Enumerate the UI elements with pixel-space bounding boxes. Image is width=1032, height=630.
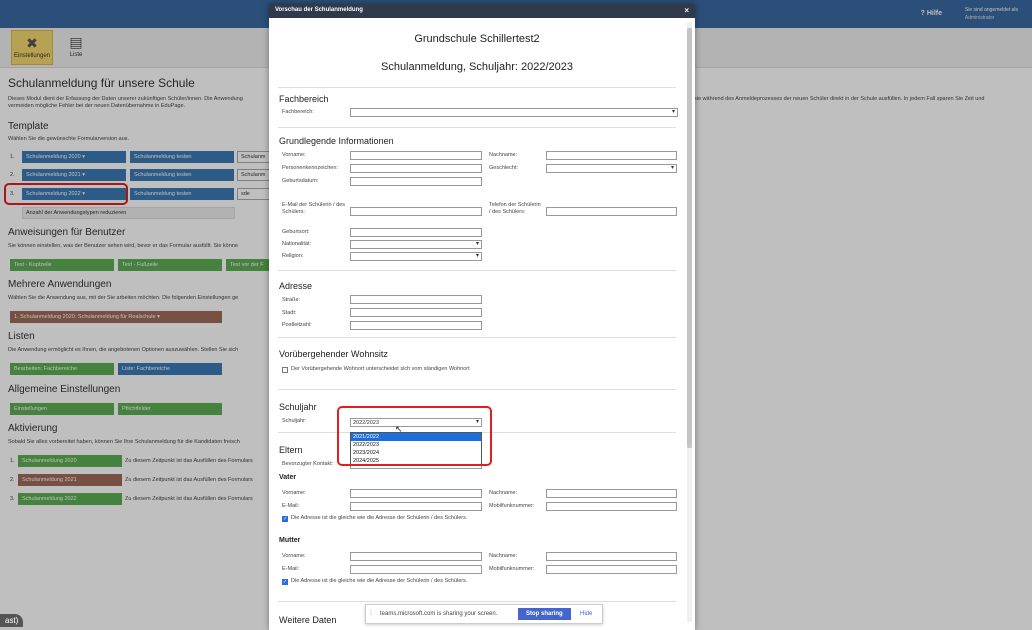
mutter-nachname-label: Nachname: <box>489 553 518 559</box>
divider <box>278 270 676 271</box>
mutter-mobil-label: Mobilfunknummer: <box>489 566 535 572</box>
temp-residence-title: Vorübergehender Wohnsitz <box>279 349 388 359</box>
plz-field[interactable] <box>350 321 482 330</box>
chevron-down-icon: ▾ <box>670 165 674 171</box>
pkz-field[interactable] <box>350 164 482 173</box>
mutter-email-field[interactable] <box>350 565 482 574</box>
address-title: Adresse <box>279 281 313 291</box>
plz-label: Postleitzahl: <box>282 322 312 328</box>
kontakt-label: Bevorzugter Kontakt: <box>282 461 334 467</box>
telefon-field[interactable] <box>546 207 677 216</box>
geburtsdatum-label: Geburtsdatum: <box>282 178 319 184</box>
fachbereich-select[interactable]: ▾ <box>350 108 678 117</box>
nachname-field[interactable] <box>546 151 677 160</box>
mutter-vorname-label: Vorname: <box>282 553 306 559</box>
vater-vorname-field[interactable] <box>350 489 482 498</box>
divider <box>278 389 676 390</box>
modal-scrollbar[interactable] <box>687 22 692 622</box>
preview-modal: Vorschau der Schulanmeldung × Grundschul… <box>269 4 695 630</box>
mutter-title: Mutter <box>279 537 301 544</box>
vater-nachname-label: Nachname: <box>489 490 518 496</box>
geburtsort-label: Geburtsort: <box>282 229 310 235</box>
divider <box>278 87 676 88</box>
vater-mobil-label: Mobilfunknummer: <box>489 503 535 509</box>
vorname-label: Vorname: <box>282 152 306 158</box>
mutter-same-address-label: Die Adresse ist die gleiche wie die Adre… <box>291 578 468 584</box>
weitere-title: Weitere Daten <box>279 615 337 625</box>
modal-title: Vorschau der Schulanmeldung <box>275 7 363 13</box>
modal-header: Vorschau der Schulanmeldung × <box>269 4 695 18</box>
religion-label: Religion: <box>282 253 304 259</box>
email-label: E-Mail der Schülerin / des Schülers: <box>282 202 345 215</box>
nationalitaet-select[interactable]: ▾ <box>350 240 482 249</box>
vater-email-label: E-Mail: <box>282 503 300 509</box>
mutter-vorname-field[interactable] <box>350 552 482 561</box>
share-text: teams.microsoft.com is sharing your scre… <box>380 611 498 617</box>
strasse-label: Straße: <box>282 297 301 303</box>
vater-vorname-label: Vorname: <box>282 490 306 496</box>
email-field[interactable] <box>350 207 482 216</box>
vater-mobil-field[interactable] <box>546 502 677 511</box>
form-subtitle: Schulanmeldung, Schuljahr: 2022/2023 <box>380 61 574 73</box>
school-name: Grundschule Schillertest2 <box>414 33 540 45</box>
strasse-field[interactable] <box>350 295 482 304</box>
chevron-down-icon: ▾ <box>671 109 675 115</box>
mutter-mobil-field[interactable] <box>546 565 677 574</box>
stop-sharing-button[interactable]: Stop sharing <box>518 608 571 620</box>
divider <box>278 337 676 338</box>
drag-handle-icon[interactable]: ⁞ <box>370 610 372 617</box>
vater-nachname-field[interactable] <box>546 489 677 498</box>
stadt-label: Stadt: <box>282 310 297 316</box>
geschlecht-label: Geschlecht: <box>489 165 519 171</box>
nachname-label: Nachname: <box>489 152 518 158</box>
vater-title: Vater <box>279 474 297 481</box>
schuljahr-title: Schuljahr <box>279 402 317 412</box>
vater-same-address-label: Die Adresse ist die gleiche wie die Adre… <box>291 515 468 521</box>
telefon-label: Telefon der Schülerin / des Schülers: <box>489 202 541 215</box>
geschlecht-select[interactable]: ▾ <box>546 164 677 173</box>
chevron-down-icon: ▾ <box>475 253 479 259</box>
pkz-label: Personenkennzeichen: <box>282 165 338 171</box>
hide-link[interactable]: Hide <box>580 611 592 617</box>
highlight-box <box>337 406 492 466</box>
fachbereich-title: Fachbereich <box>279 94 329 104</box>
close-icon[interactable]: × <box>684 6 689 15</box>
fachbereich-label: Fachbereich: <box>282 109 314 115</box>
divider <box>278 601 676 602</box>
screen-share-bar: ⁞ teams.microsoft.com is sharing your sc… <box>365 604 603 624</box>
divider <box>278 127 676 128</box>
nationalitaet-label: Nationalität: <box>282 241 312 247</box>
temp-residence-label: Der Vorübergehende Wohnort unterscheidet… <box>291 366 470 372</box>
corner-label: ast) <box>0 614 24 627</box>
mutter-nachname-field[interactable] <box>546 552 677 561</box>
schuljahr-label: Schuljahr: <box>282 418 307 424</box>
stadt-field[interactable] <box>350 308 482 317</box>
scrollbar-thumb[interactable] <box>687 28 692 448</box>
eltern-title: Eltern <box>279 445 303 455</box>
vorname-field[interactable] <box>350 151 482 160</box>
basic-info-title: Grundlegende Informationen <box>279 136 394 146</box>
vater-email-field[interactable] <box>350 502 482 511</box>
geburtsort-field[interactable] <box>350 228 482 237</box>
cursor-icon: ↖ <box>395 424 403 434</box>
geburtsdatum-field[interactable] <box>350 177 482 186</box>
mutter-email-label: E-Mail: <box>282 566 300 572</box>
chevron-down-icon: ▾ <box>475 241 479 247</box>
religion-select[interactable]: ▾ <box>350 252 482 261</box>
